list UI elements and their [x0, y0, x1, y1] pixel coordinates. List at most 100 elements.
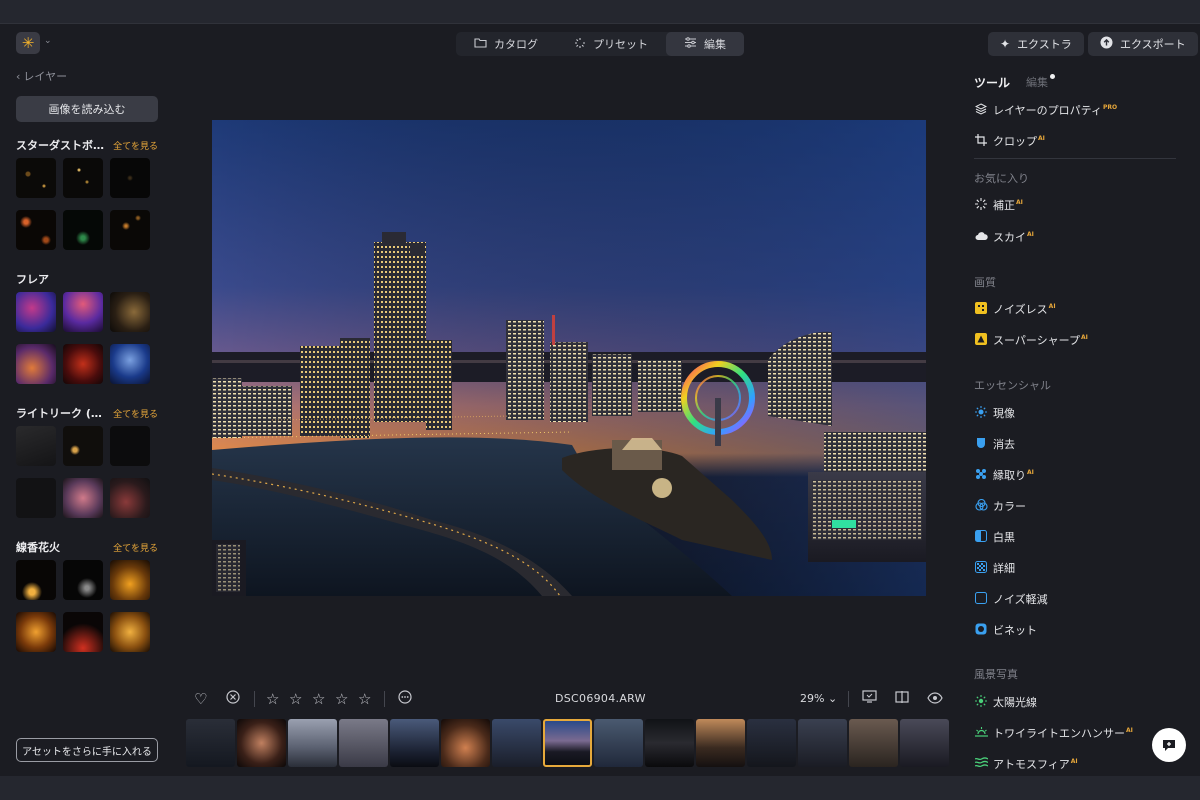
- tool-develop[interactable]: 現像: [974, 405, 1015, 421]
- asset-thumb[interactable]: [16, 210, 56, 250]
- chat-support-button[interactable]: [1152, 728, 1186, 762]
- star-icon-3[interactable]: ☆: [312, 690, 325, 708]
- tab-edit[interactable]: 編集: [666, 32, 744, 56]
- vignette-icon: [974, 623, 988, 638]
- film-thumb-selected[interactable]: [543, 719, 592, 767]
- see-all-link[interactable]: 全てを見る: [113, 139, 158, 152]
- asset-thumb[interactable]: [63, 210, 103, 250]
- tab-edit-label: 編集: [704, 38, 726, 51]
- export-button[interactable]: エクスポート: [1088, 32, 1198, 56]
- eye-icon[interactable]: [927, 690, 943, 708]
- film-thumb[interactable]: [696, 719, 745, 767]
- develop-icon: [974, 405, 988, 421]
- tool-structure[interactable]: 縁取りAI: [974, 467, 1034, 483]
- film-thumb[interactable]: [288, 719, 337, 767]
- asset-thumb[interactable]: [110, 158, 150, 198]
- asset-thumb[interactable]: [63, 478, 103, 518]
- film-thumb[interactable]: [849, 719, 898, 767]
- folder-icon: [474, 37, 487, 51]
- film-thumb[interactable]: [339, 719, 388, 767]
- left-panel: ‹ レイヤー 画像を読み込む スターダストボ… 全てを見る フレア ライトリーク…: [16, 68, 158, 652]
- tool-atmosphere[interactable]: アトモスフィアAI: [974, 756, 1078, 772]
- see-all-link[interactable]: 全てを見る: [113, 407, 158, 420]
- heart-icon[interactable]: ♡: [194, 690, 207, 708]
- tool-label: 詳細: [993, 562, 1015, 575]
- back-to-layers[interactable]: ‹ レイヤー: [16, 68, 158, 84]
- tool-cloud[interactable]: スカイAI: [974, 229, 1034, 245]
- tab-edits[interactable]: 編集: [1026, 74, 1056, 90]
- tool-vignette[interactable]: ビネット: [974, 622, 1037, 638]
- chevron-down-icon[interactable]: ⌄: [44, 36, 52, 46]
- star-icon-2[interactable]: ☆: [289, 690, 302, 708]
- pro-badge: PRO: [1103, 104, 1118, 112]
- extras-button[interactable]: ✦ エクストラ: [988, 32, 1084, 56]
- asset-thumb[interactable]: [16, 426, 56, 466]
- photo-canvas[interactable]: [212, 120, 926, 596]
- tool-details[interactable]: 詳細: [974, 560, 1015, 576]
- asset-thumb[interactable]: [16, 292, 56, 332]
- star-icon-5[interactable]: ☆: [358, 690, 371, 708]
- asset-thumb[interactable]: [16, 560, 56, 600]
- tool-erase[interactable]: 消去: [974, 436, 1015, 452]
- tool-label: アトモスフィア: [993, 758, 1070, 771]
- file-name: DSC06904.ARW: [555, 692, 646, 705]
- film-thumb[interactable]: [390, 719, 439, 767]
- star-icon-1[interactable]: ☆: [266, 690, 279, 708]
- display-mode-icon[interactable]: [862, 690, 877, 708]
- asset-thumb[interactable]: [63, 426, 103, 466]
- edits-indicator-dot: [1050, 74, 1056, 79]
- asset-thumb[interactable]: [63, 158, 103, 198]
- tool-label: ノイズレス: [993, 303, 1048, 316]
- compare-icon[interactable]: [895, 690, 909, 708]
- film-thumb[interactable]: [798, 719, 847, 767]
- asset-thumb[interactable]: [110, 344, 150, 384]
- tool-bw[interactable]: 白黒: [974, 529, 1015, 545]
- asset-thumb[interactable]: [16, 158, 56, 198]
- film-thumb[interactable]: [441, 719, 490, 767]
- film-thumb[interactable]: [237, 719, 286, 767]
- tab-tools[interactable]: ツール: [974, 74, 1010, 91]
- tool-supersharp[interactable]: スーパーシャープAI: [974, 332, 1088, 348]
- asset-thumb[interactable]: [63, 612, 103, 652]
- film-thumb[interactable]: [900, 719, 949, 767]
- tool-color[interactable]: カラー: [974, 498, 1026, 514]
- tool-label: スカイ: [993, 231, 1026, 244]
- asset-thumb[interactable]: [16, 478, 56, 518]
- film-thumb[interactable]: [186, 719, 235, 767]
- tab-presets[interactable]: プリセット: [556, 32, 666, 56]
- asset-thumb[interactable]: [110, 210, 150, 250]
- see-all-link[interactable]: 全てを見る: [113, 541, 158, 554]
- bottom-strip: [0, 776, 1200, 800]
- tool-denoise[interactable]: ノイズ軽減: [974, 591, 1048, 607]
- asset-thumb[interactable]: [63, 560, 103, 600]
- app-logo-icon[interactable]: ✳: [16, 32, 40, 54]
- zoom-level[interactable]: 29% ⌄: [800, 692, 837, 705]
- get-more-assets-button[interactable]: アセットをさらに手に入れる: [16, 738, 158, 762]
- tool-layers[interactable]: レイヤーのプロパティPRO: [974, 102, 1117, 118]
- asset-thumb[interactable]: [16, 612, 56, 652]
- tool-label: トワイライトエンハンサー: [993, 727, 1125, 740]
- asset-thumb[interactable]: [110, 426, 150, 466]
- top-strip: [0, 0, 1200, 24]
- asset-thumb[interactable]: [110, 478, 150, 518]
- tool-twilight[interactable]: トワイライトエンハンサーAI: [974, 725, 1133, 741]
- tool-noiseless[interactable]: ノイズレスAI: [974, 301, 1056, 317]
- load-image-button[interactable]: 画像を読み込む: [16, 96, 158, 122]
- more-options-icon[interactable]: [398, 690, 412, 708]
- film-thumb[interactable]: [747, 719, 796, 767]
- asset-thumb[interactable]: [110, 560, 150, 600]
- tool-sunrays[interactable]: 太陽光線: [974, 694, 1037, 710]
- asset-thumb[interactable]: [110, 612, 150, 652]
- star-icon-4[interactable]: ☆: [335, 690, 348, 708]
- film-thumb[interactable]: [594, 719, 643, 767]
- film-thumb[interactable]: [645, 719, 694, 767]
- asset-thumb[interactable]: [63, 292, 103, 332]
- asset-thumb[interactable]: [16, 344, 56, 384]
- film-thumb[interactable]: [492, 719, 541, 767]
- asset-thumb[interactable]: [110, 292, 150, 332]
- asset-thumb[interactable]: [63, 344, 103, 384]
- tool-enhance[interactable]: 補正AI: [974, 197, 1023, 213]
- tab-catalog[interactable]: カタログ: [456, 32, 556, 56]
- reject-icon[interactable]: [226, 690, 240, 708]
- tool-crop[interactable]: クロップAI: [974, 133, 1045, 149]
